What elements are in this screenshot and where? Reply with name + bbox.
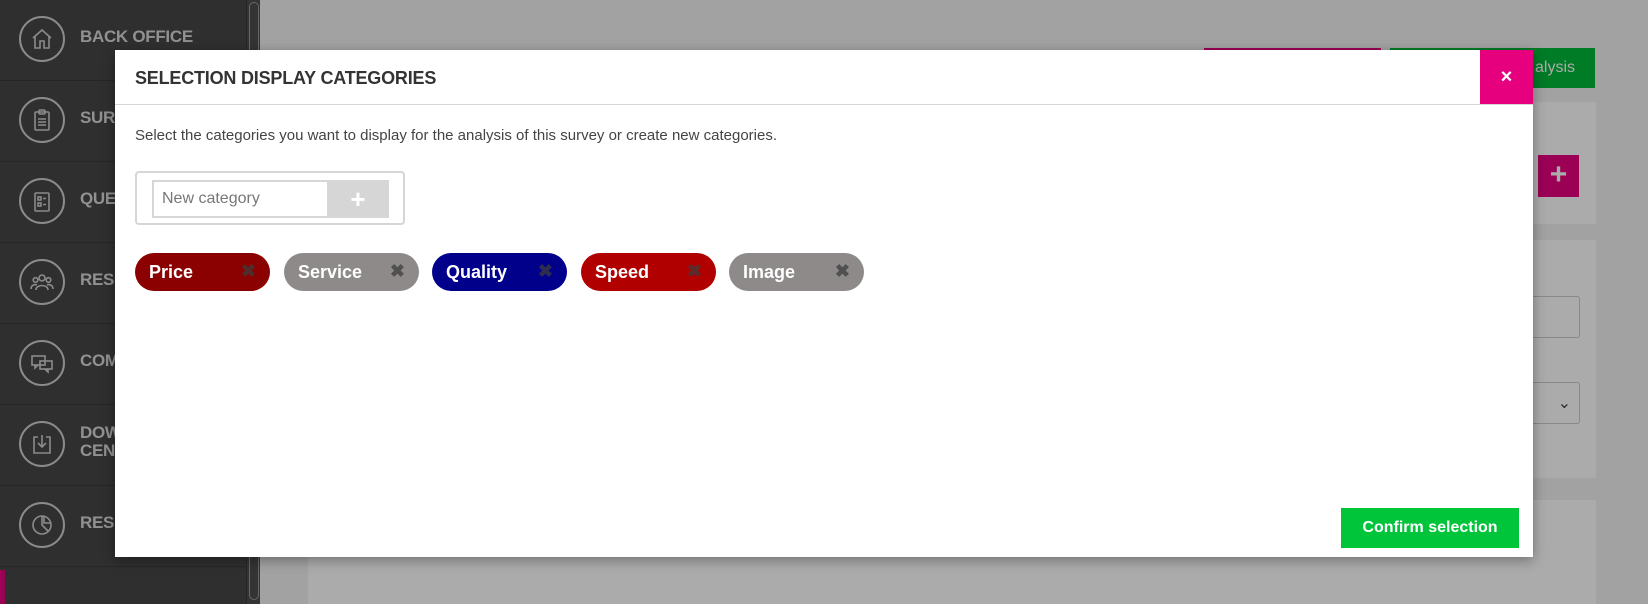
confirm-selection-button[interactable]: Confirm selection (1341, 508, 1519, 548)
new-category-input[interactable] (152, 180, 327, 218)
modal-header: SELECTION DISPLAY CATEGORIES × (115, 50, 1533, 105)
category-tag-label: Speed (595, 262, 650, 282)
plus-icon: + (350, 184, 366, 214)
remove-icon[interactable]: ✖ (835, 261, 850, 282)
category-tag-label: Service (298, 262, 363, 282)
add-category-button[interactable]: + (327, 180, 389, 218)
category-selection-modal: SELECTION DISPLAY CATEGORIES × Select th… (115, 50, 1533, 557)
remove-icon[interactable]: ✖ (538, 261, 553, 282)
remove-icon[interactable]: ✖ (390, 261, 405, 282)
category-tag-image[interactable]: Image ✖ (729, 253, 864, 291)
category-tag-quality[interactable]: Quality ✖ (432, 253, 567, 291)
remove-icon[interactable]: ✖ (687, 261, 702, 282)
new-category-form: + (135, 171, 405, 225)
close-button[interactable]: × (1480, 50, 1533, 104)
category-tag-price[interactable]: Price ✖ (135, 253, 270, 291)
category-tag-label: Quality (446, 262, 508, 282)
remove-icon[interactable]: ✖ (241, 261, 256, 282)
category-tag-label: Image (743, 262, 796, 282)
category-tag-service[interactable]: Service ✖ (284, 253, 419, 291)
close-icon: × (1500, 66, 1513, 88)
category-tag-speed[interactable]: Speed ✖ (581, 253, 716, 291)
modal-title: SELECTION DISPLAY CATEGORIES (135, 68, 437, 88)
category-tag-label: Price (149, 262, 194, 282)
modal-description: Select the categories you want to displa… (135, 127, 777, 144)
